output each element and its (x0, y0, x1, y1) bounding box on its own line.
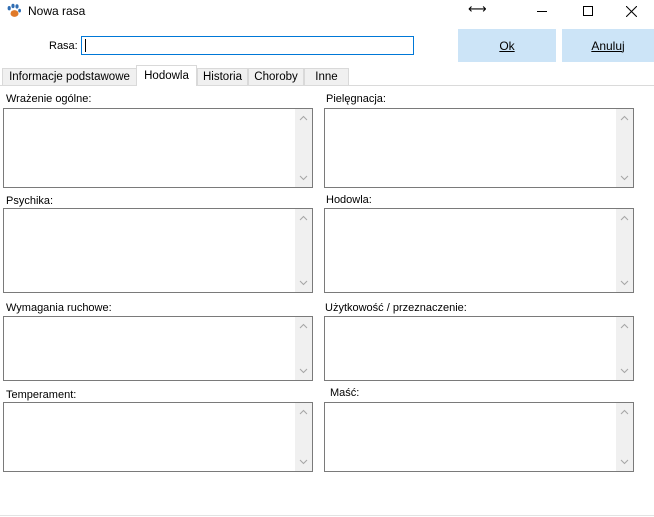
vertical-scrollbar[interactable] (616, 209, 633, 292)
chevron-up-icon[interactable] (620, 323, 629, 329)
text-caret (85, 39, 86, 52)
chevron-down-icon[interactable] (620, 368, 629, 374)
minimize-button[interactable] (519, 0, 565, 22)
window-bottom-border (0, 515, 654, 516)
chevron-up-icon[interactable] (299, 215, 308, 221)
cancel-button[interactable]: Anuluj (562, 29, 654, 62)
rasa-input[interactable] (81, 36, 414, 55)
vertical-scrollbar[interactable] (616, 109, 633, 187)
wymagania-textarea[interactable] (3, 316, 313, 381)
temperament-textarea[interactable] (3, 402, 313, 472)
chevron-up-icon[interactable] (620, 215, 629, 221)
hodowla-label: Hodowla: (326, 194, 372, 206)
wymagania-label: Wymagania ruchowe: (6, 302, 112, 314)
chevron-up-icon[interactable] (299, 115, 308, 121)
chevron-down-icon[interactable] (299, 280, 308, 286)
window-title: Nowa rasa (28, 4, 86, 18)
title-bar[interactable]: Nowa rasa ⟷ (0, 0, 654, 24)
resize-horizontal-icon: ⟷ (468, 1, 487, 16)
vertical-scrollbar[interactable] (295, 403, 312, 471)
rasa-label: Rasa: (49, 40, 78, 52)
vertical-scrollbar[interactable] (616, 317, 633, 380)
tab-strip-border (0, 85, 654, 86)
tab-hodowla[interactable]: Hodowla (136, 65, 197, 86)
vertical-scrollbar[interactable] (616, 403, 633, 471)
psychika-textarea[interactable] (3, 208, 313, 293)
maximize-icon (583, 6, 593, 16)
vertical-scrollbar[interactable] (295, 209, 312, 292)
cancel-button-label: Anuluj (591, 38, 625, 53)
chevron-down-icon[interactable] (299, 175, 308, 181)
ok-button-label: Ok (499, 38, 515, 53)
ok-button[interactable]: Ok (458, 29, 556, 62)
chevron-up-icon[interactable] (299, 409, 308, 415)
wrazenie-textarea[interactable] (3, 108, 313, 188)
wrazenie-label: Wrażenie ogólne: (6, 93, 92, 105)
chevron-up-icon[interactable] (620, 409, 629, 415)
uzytkowosc-textarea[interactable] (324, 316, 634, 381)
uzytkowosc-label: Użytkowość / przeznaczenie: (325, 302, 467, 314)
vertical-scrollbar[interactable] (295, 109, 312, 187)
temperament-label: Temperament: (6, 389, 77, 401)
pielegnacja-textarea[interactable] (324, 108, 634, 188)
chevron-down-icon[interactable] (299, 368, 308, 374)
chevron-down-icon[interactable] (299, 459, 308, 465)
tab-historia[interactable]: Historia (197, 68, 248, 85)
hodowla-textarea[interactable] (324, 208, 634, 293)
maximize-button[interactable] (565, 0, 611, 22)
minimize-icon (537, 11, 547, 12)
tab-inne[interactable]: Inne (304, 68, 349, 85)
chevron-down-icon[interactable] (620, 280, 629, 286)
tab-informacje-podstawowe[interactable]: Informacje podstawowe (2, 68, 137, 85)
psychika-label: Psychika: (6, 195, 54, 207)
close-icon (625, 5, 637, 17)
paw-icon (7, 3, 21, 17)
vertical-scrollbar[interactable] (295, 317, 312, 380)
chevron-up-icon[interactable] (299, 323, 308, 329)
masc-label: Maść: (330, 387, 360, 399)
tab-choroby[interactable]: Choroby (248, 68, 304, 85)
masc-textarea[interactable] (324, 402, 634, 472)
pielegnacja-label: Pielęgnacja: (326, 93, 386, 105)
chevron-up-icon[interactable] (620, 115, 629, 121)
chevron-down-icon[interactable] (620, 459, 629, 465)
close-button[interactable] (608, 0, 654, 22)
chevron-down-icon[interactable] (620, 175, 629, 181)
